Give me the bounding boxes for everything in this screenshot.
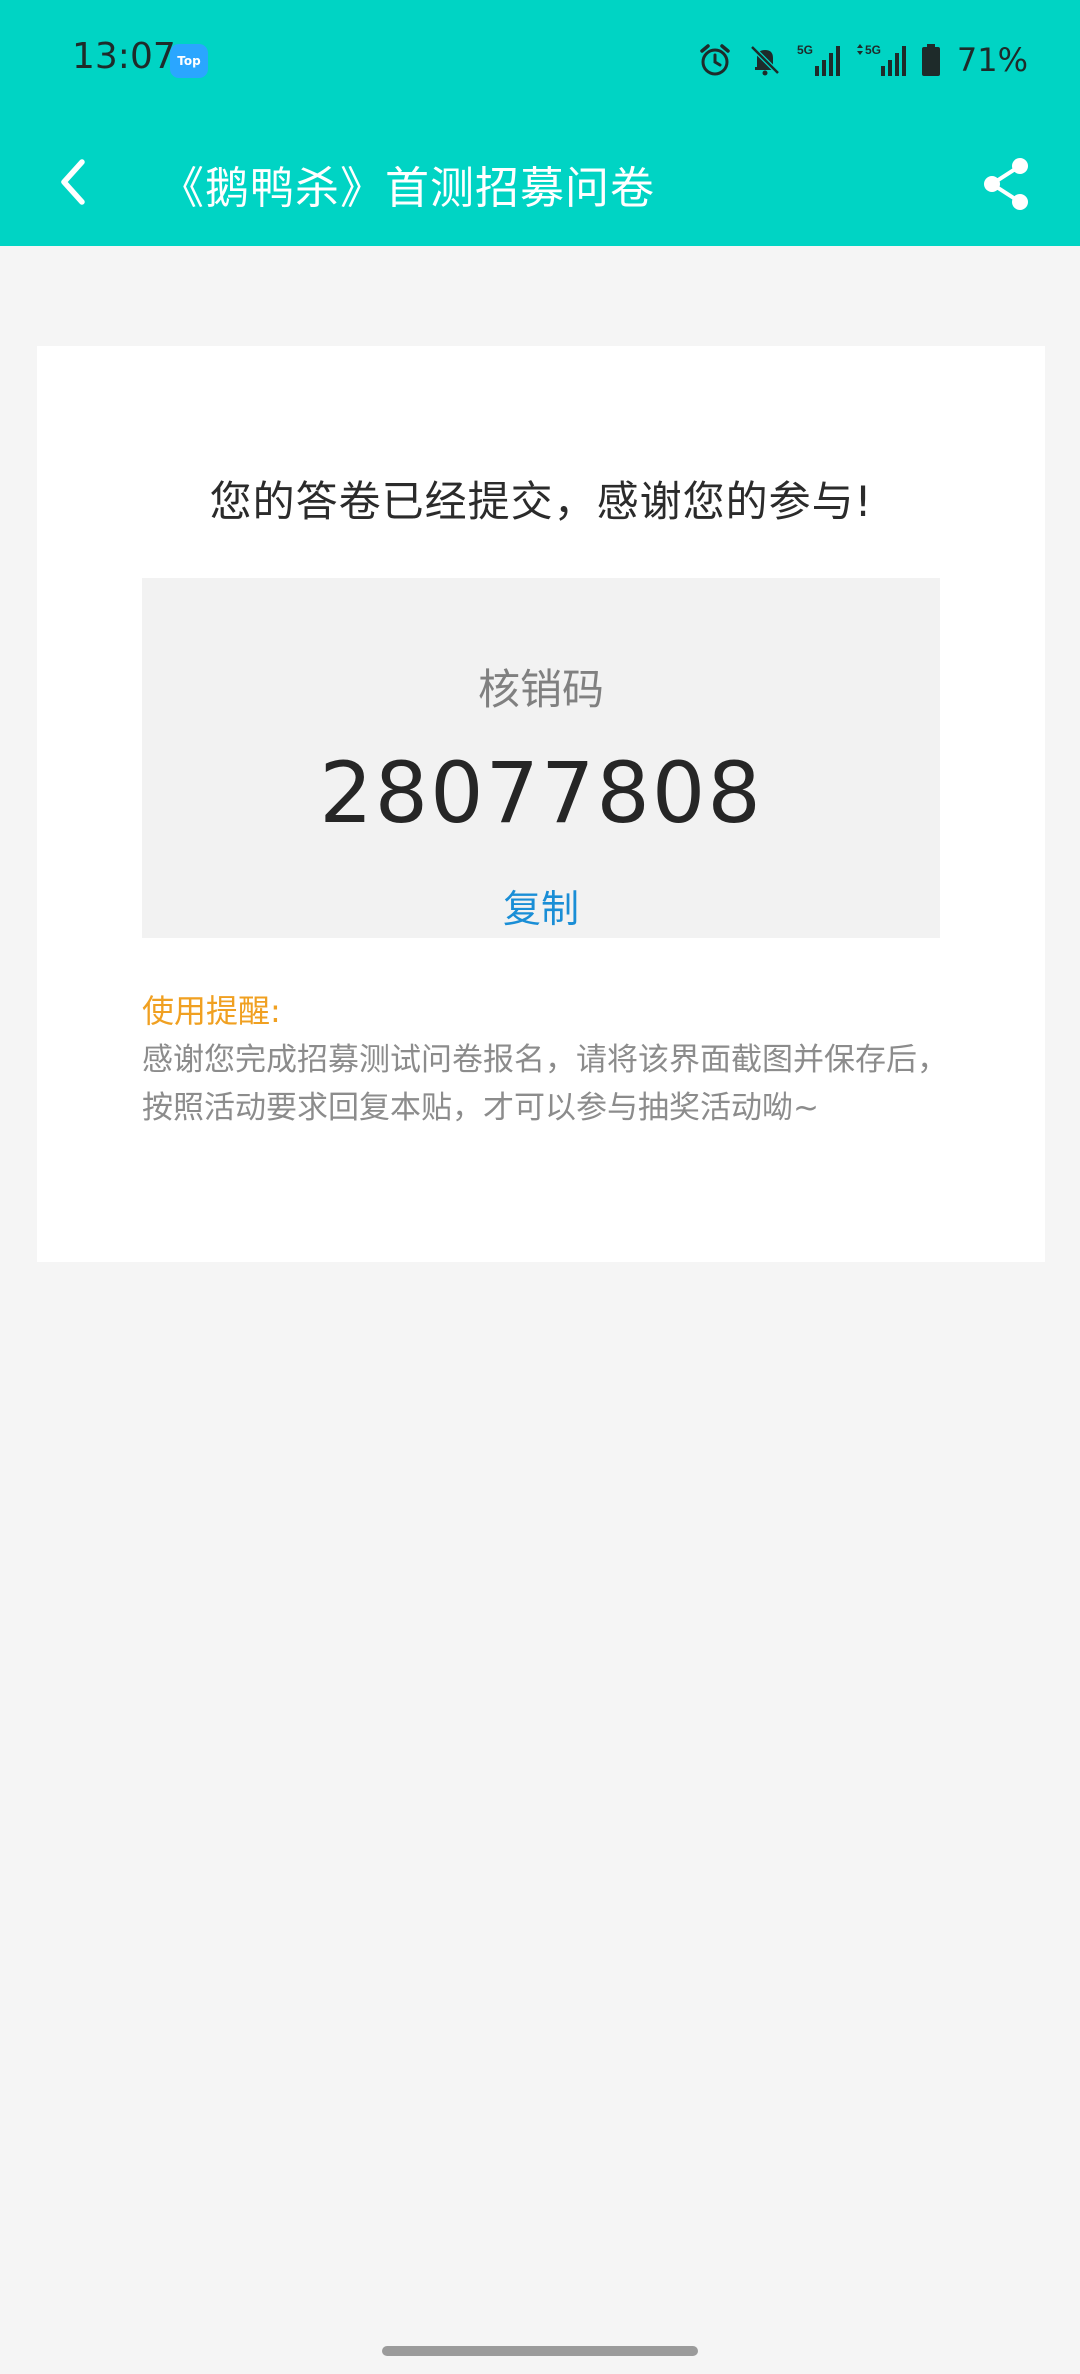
- share-icon: [984, 158, 1028, 210]
- app-root: 13:07 Top 5G 5G 71% 《鹅鸭杀》首测招募问卷 您的答卷已经提交…: [0, 0, 1080, 2374]
- reminder-text: 感谢您完成招募测试问卷报名，请将该界面截图并保存后，按照活动要求回复本贴，才可以…: [142, 1042, 948, 1126]
- app-notification-badge: Top: [170, 44, 208, 78]
- header-background: 13:07 Top 5G 5G 71% 《鹅鸭杀》首测招募问卷: [0, 0, 1080, 246]
- verification-code-box: 核销码 28077808 复制: [142, 578, 940, 938]
- svg-text:5G: 5G: [797, 43, 813, 57]
- reminder-title: 使用提醒:: [142, 992, 281, 1030]
- code-label: 核销码: [477, 665, 604, 714]
- home-indicator[interactable]: [382, 2346, 698, 2356]
- share-button[interactable]: [974, 152, 1038, 216]
- svg-text:5G: 5G: [865, 43, 881, 57]
- copy-button[interactable]: 复制: [441, 878, 641, 933]
- chevron-left-icon: [61, 159, 85, 205]
- signal-5g-icon: 5G: [797, 42, 841, 78]
- result-card: 您的答卷已经提交，感谢您的参与! 核销码 28077808 复制 使用提醒: 感…: [37, 346, 1045, 1262]
- status-icons: 5G 5G 71%: [697, 38, 1028, 82]
- alarm-icon: [697, 42, 733, 78]
- submit-success-message: 您的答卷已经提交，感谢您的参与!: [209, 477, 873, 526]
- battery-icon: [921, 42, 941, 78]
- signal-5g-icon: 5G: [855, 42, 907, 78]
- status-bar: 13:07 Top 5G 5G 71%: [0, 0, 1080, 120]
- verification-code: 28077808: [319, 744, 763, 842]
- mute-icon: [747, 42, 783, 78]
- back-button[interactable]: [40, 150, 104, 214]
- battery-percent: 71%: [956, 41, 1028, 79]
- status-time: 13:07: [72, 36, 176, 77]
- page-title: 《鹅鸭杀》首测招募问卷: [160, 163, 655, 214]
- app-bar: 《鹅鸭杀》首测招募问卷: [0, 120, 1080, 246]
